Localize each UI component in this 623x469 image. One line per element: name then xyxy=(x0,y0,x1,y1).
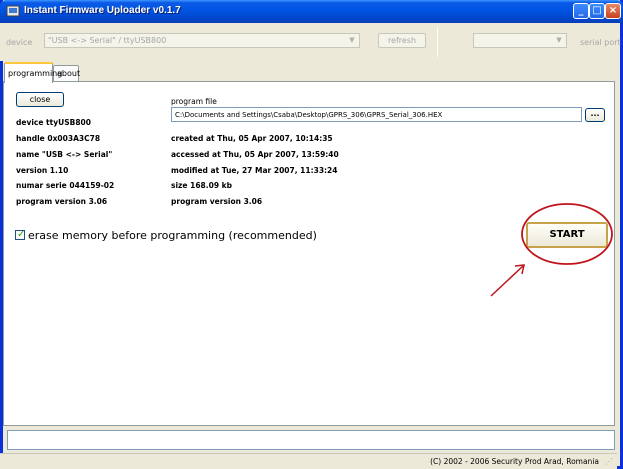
tab-programming[interactable]: programming xyxy=(4,62,62,83)
program-file-label: program file xyxy=(171,97,217,106)
device-info-name: name "USB <-> Serial" xyxy=(16,150,113,159)
file-info-created: created at Thu, 05 Apr 2007, 10:14:35 xyxy=(171,134,333,143)
status-message-field xyxy=(7,430,615,450)
device-toolbar: device "USB <-> Serial" / ttyUSB800 ▼ re… xyxy=(0,23,621,61)
chevron-down-icon: ▼ xyxy=(556,36,562,44)
minimize-button[interactable]: _ xyxy=(573,3,589,19)
device-info-serial: numar serie 044159-02 xyxy=(16,181,115,190)
checkmark-icon: ✓ xyxy=(17,229,26,240)
programming-panel xyxy=(3,81,615,426)
close-button[interactable]: close xyxy=(16,92,64,107)
serial-port-label: serial port xyxy=(580,38,621,47)
device-label: device xyxy=(6,38,33,47)
device-info-version: version 1.10 xyxy=(16,166,69,175)
erase-memory-label[interactable]: erase memory before programming (recomme… xyxy=(28,229,317,242)
device-select-value: "USB <-> Serial" / ttyUSB800 xyxy=(48,36,167,45)
file-info-modified: modified at Tue, 27 Mar 2007, 11:33:24 xyxy=(171,166,338,175)
title-bar[interactable]: Instant Firmware Uploader v0.1.7 _ □ × xyxy=(0,0,623,23)
refresh-button[interactable]: refresh xyxy=(378,33,426,48)
status-bar: (C) 2002 - 2006 Security Prod Arad, Roma… xyxy=(0,453,617,469)
device-info-device: device ttyUSB800 xyxy=(16,118,91,127)
device-info-handle: handle 0x003A3C78 xyxy=(16,134,101,143)
toolbar-divider xyxy=(437,27,438,57)
file-info-program-version: program version 3.06 xyxy=(171,197,263,206)
app-icon xyxy=(6,5,20,17)
serial-port-select[interactable]: ▼ xyxy=(473,33,567,48)
close-window-button[interactable]: × xyxy=(605,3,621,19)
browse-button[interactable]: ... xyxy=(585,108,605,122)
program-file-input[interactable]: C:\Documents and Settings\Csaba\Desktop\… xyxy=(171,107,582,122)
copyright-text: (C) 2002 - 2006 Security Prod Arad, Roma… xyxy=(430,457,599,466)
window-title: Instant Firmware Uploader v0.1.7 xyxy=(24,5,181,16)
file-info-size: size 168.09 kb xyxy=(171,181,233,190)
start-button[interactable]: START xyxy=(526,222,608,248)
erase-memory-checkbox[interactable]: ✓ xyxy=(15,229,26,240)
device-info-program-version: program version 3.06 xyxy=(16,197,108,206)
maximize-button[interactable]: □ xyxy=(589,3,605,19)
file-info-accessed: accessed at Thu, 05 Apr 2007, 13:59:40 xyxy=(171,150,339,159)
chevron-down-icon: ▼ xyxy=(349,36,355,44)
resize-grip-icon[interactable]: ⋰ xyxy=(605,457,615,467)
device-select[interactable]: "USB <-> Serial" / ttyUSB800 ▼ xyxy=(44,33,360,48)
